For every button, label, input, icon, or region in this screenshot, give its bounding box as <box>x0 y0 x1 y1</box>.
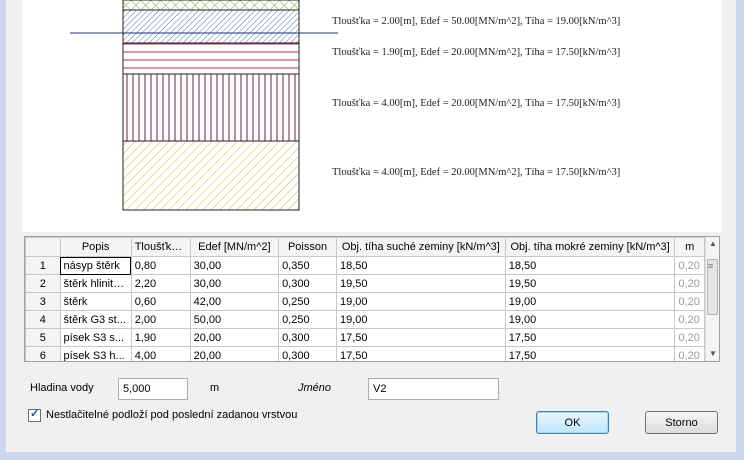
cell-tloustka[interactable]: 2,20 <box>130 274 191 293</box>
cancel-button[interactable]: Storno <box>645 411 718 434</box>
cell-dry-weight[interactable]: 17,50 <box>336 328 506 347</box>
layer-5-fill <box>122 140 300 211</box>
layer-4-fill <box>122 73 300 142</box>
incompressible-subsoil-checkbox[interactable]: ✓ <box>28 408 41 422</box>
header-wet-unit-weight[interactable]: Obj. tíha mokré zeminy [kN/m^3] <box>504 237 676 257</box>
table-row[interactable]: 3 štěrk 0,60 42,00 0,250 19,00 19,00 0,2… <box>25 292 705 311</box>
cell-m[interactable]: 0,20 <box>674 256 705 275</box>
cell-poisson[interactable]: 0,250 <box>278 310 337 329</box>
name-input[interactable] <box>368 378 499 400</box>
row-number: 1 <box>25 256 61 275</box>
ok-button[interactable]: OK <box>536 411 609 434</box>
layer-3-fill <box>122 42 300 75</box>
table-row[interactable]: 2 štěrk hlinitý... 2,20 30,00 0,300 19,5… <box>25 274 705 293</box>
header-poisson[interactable]: Poisson <box>278 237 337 257</box>
cell-poisson[interactable]: 0,300 <box>278 274 337 293</box>
soil-profile-drawing: Tloušťka = 2.00[m], Edef = 50.00[MN/m^2]… <box>70 0 620 211</box>
header-popis[interactable]: Popis <box>59 237 132 257</box>
cell-dry-weight[interactable]: 19,00 <box>336 310 506 329</box>
table-row[interactable]: 1 násyp štěrk 0,80 30,00 0,350 18,50 18,… <box>25 256 705 275</box>
window-frame-bottom <box>0 452 744 460</box>
cell-popis[interactable]: štěrk <box>59 292 132 311</box>
table-header-row: Popis Tloušťka [m] Edef [MN/m^2] Poisson… <box>25 237 705 257</box>
incompressible-subsoil-label[interactable]: Nestlačitelné podloží pod poslední zadan… <box>46 409 297 421</box>
cell-poisson[interactable]: 0,300 <box>278 328 337 347</box>
cell-tloustka[interactable]: 2,00 <box>130 310 191 329</box>
soil-profile-preview: Tloušťka = 2.00[m], Edef = 50.00[MN/m^2]… <box>22 0 722 232</box>
cell-poisson[interactable]: 0,300 <box>278 346 337 361</box>
cell-tloustka[interactable]: 4,00 <box>130 346 191 361</box>
cell-wet-weight[interactable]: 19,00 <box>504 310 676 329</box>
cell-popis[interactable]: písek S3 s... <box>59 328 132 347</box>
table-vertical-scrollbar[interactable]: ▲ ≡ ▼ <box>705 237 719 361</box>
cell-dry-weight[interactable]: 17,50 <box>336 346 506 361</box>
cell-edef[interactable]: 20,00 <box>189 328 280 347</box>
table-row[interactable]: 5 písek S3 s... 1,90 20,00 0,300 17,50 1… <box>25 328 705 347</box>
header-dry-unit-weight[interactable]: Obj. tíha suché zeminy [kN/m^3] <box>336 237 506 257</box>
cell-wet-weight[interactable]: 19,50 <box>504 274 676 293</box>
layer-label-2: Tloušťka = 1.90[m], Edef = 20.00[MN/m^2]… <box>332 47 620 58</box>
table-row[interactable]: 6 písek S3 h... 4,00 20,00 0,300 17,50 1… <box>25 346 705 361</box>
cell-wet-weight[interactable]: 19,00 <box>504 292 676 311</box>
header-m[interactable]: m <box>674 237 705 257</box>
cell-tloustka[interactable]: 0,60 <box>130 292 191 311</box>
cell-edef[interactable]: 50,00 <box>189 310 280 329</box>
layer-label-4: Tloušťka = 4.00[m], Edef = 20.00[MN/m^2]… <box>332 167 620 178</box>
layer-label-3: Tloušťka = 4.00[m], Edef = 20.00[MN/m^2]… <box>332 98 620 109</box>
cell-m[interactable]: 0,20 <box>674 292 705 311</box>
cell-wet-weight[interactable]: 17,50 <box>504 328 676 347</box>
cell-m[interactable]: 0,20 <box>674 328 705 347</box>
row-number: 6 <box>25 346 61 361</box>
water-level-label: Hladina vody <box>30 382 94 394</box>
soil-layers-table[interactable]: Popis Tloušťka [m] Edef [MN/m^2] Poisson… <box>24 236 720 362</box>
cell-dry-weight[interactable]: 19,00 <box>336 292 506 311</box>
cell-m[interactable]: 0,20 <box>674 346 705 361</box>
cell-dry-weight[interactable]: 19,50 <box>336 274 506 293</box>
window-frame-left <box>0 0 6 460</box>
header-row-number <box>25 237 61 257</box>
cell-dry-weight[interactable]: 18,50 <box>336 256 506 275</box>
row-number: 5 <box>25 328 61 347</box>
cell-wet-weight[interactable]: 18,50 <box>504 256 676 275</box>
header-edef[interactable]: Edef [MN/m^2] <box>189 237 280 257</box>
layer-2-fill <box>122 9 300 44</box>
cell-edef[interactable]: 30,00 <box>189 274 280 293</box>
row-number: 2 <box>25 274 61 293</box>
cell-popis[interactable]: štěrk hlinitý... <box>59 274 132 293</box>
cell-tloustka[interactable]: 0,80 <box>130 256 191 275</box>
cell-m[interactable]: 0,20 <box>674 274 705 293</box>
cell-popis[interactable]: násyp štěrk <box>59 256 132 275</box>
layer-1-fill <box>122 0 300 11</box>
cell-poisson[interactable]: 0,350 <box>278 256 337 275</box>
cell-tloustka[interactable]: 1,90 <box>130 328 191 347</box>
cell-popis[interactable]: písek S3 h... <box>59 346 132 361</box>
cell-wet-weight[interactable]: 17,50 <box>504 346 676 361</box>
window-frame-right <box>736 0 744 460</box>
scrollbar-grip-icon: ≡ <box>708 261 714 271</box>
layer-label-1: Tloušťka = 2.00[m], Edef = 50.00[MN/m^2]… <box>332 16 620 27</box>
cell-poisson[interactable]: 0,250 <box>278 292 337 311</box>
layers-grid[interactable]: Popis Tloušťka [m] Edef [MN/m^2] Poisson… <box>25 237 705 361</box>
checkmark-icon: ✓ <box>30 408 40 420</box>
row-number: 4 <box>25 310 61 329</box>
water-level-input[interactable] <box>118 378 188 400</box>
name-label: Jméno <box>298 382 332 394</box>
row-number: 3 <box>25 292 61 311</box>
header-tloustka[interactable]: Tloušťka [m] <box>130 237 191 257</box>
cell-edef[interactable]: 42,00 <box>189 292 280 311</box>
table-row[interactable]: 4 štěrk G3 st... 2,00 50,00 0,250 19,00 … <box>25 310 705 329</box>
scroll-up-arrow-icon[interactable]: ▲ <box>706 237 719 251</box>
water-level-unit: m <box>210 382 220 394</box>
cell-popis[interactable]: štěrk G3 st... <box>59 310 132 329</box>
cell-edef[interactable]: 20,00 <box>189 346 280 361</box>
cell-m[interactable]: 0,20 <box>674 310 705 329</box>
scroll-down-arrow-icon[interactable]: ▼ <box>706 347 719 361</box>
cell-edef[interactable]: 30,00 <box>189 256 280 275</box>
